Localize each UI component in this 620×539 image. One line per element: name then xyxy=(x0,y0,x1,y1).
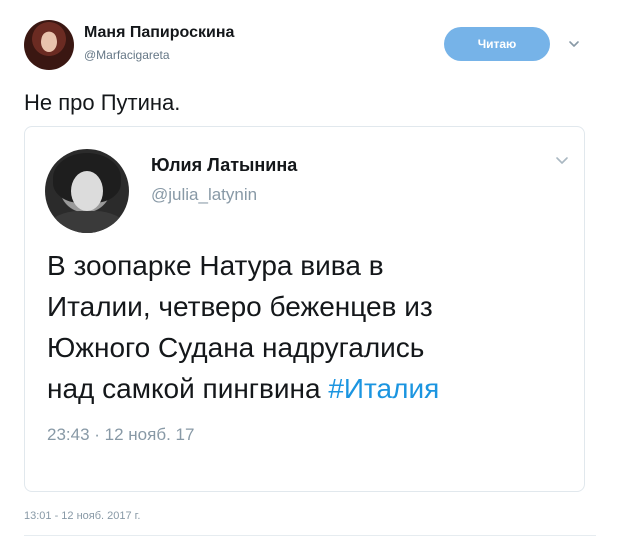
quoted-text-line: Южного Судана надругались xyxy=(47,332,425,363)
tweet-card: Маня Папироскина @Marfacigareta Читаю Не… xyxy=(0,0,620,539)
quoted-author-name[interactable]: Юлия Латынина xyxy=(151,155,297,176)
quoted-author-avatar[interactable] xyxy=(45,149,129,233)
quoted-author-handle[interactable]: @julia_latynin xyxy=(151,185,257,205)
quoted-tweet-text: В зоопарке Натура вива в Италии, четверо… xyxy=(47,245,567,409)
avatar-body xyxy=(49,211,125,233)
divider xyxy=(24,535,596,536)
quoted-text-line: Италии, четверо беженцев из xyxy=(47,291,433,322)
chevron-down-icon[interactable] xyxy=(555,155,569,167)
tweet-timestamp[interactable]: 13:01 - 12 нояб. 2017 г. xyxy=(24,510,140,522)
avatar-face xyxy=(71,171,103,211)
quoted-tweet-time[interactable]: 23:43 · 12 нояб. 17 xyxy=(47,425,194,445)
chevron-down-icon[interactable] xyxy=(568,38,580,50)
tweet-text: Не про Путина. xyxy=(24,90,181,115)
author-handle[interactable]: @Marfacigareta xyxy=(84,48,170,62)
quoted-text-line: над самкой пингвина xyxy=(47,373,329,404)
avatar-face xyxy=(41,32,57,52)
author-name[interactable]: Маня Папироскина xyxy=(84,24,234,42)
author-avatar[interactable] xyxy=(24,20,74,70)
follow-button[interactable]: Читаю xyxy=(444,27,550,61)
quoted-text-line: В зоопарке Натура вива в xyxy=(47,250,384,281)
hashtag-link[interactable]: #Италия xyxy=(328,373,439,404)
quoted-tweet[interactable]: Юлия Латынина @julia_latynin В зоопарке … xyxy=(24,126,585,492)
